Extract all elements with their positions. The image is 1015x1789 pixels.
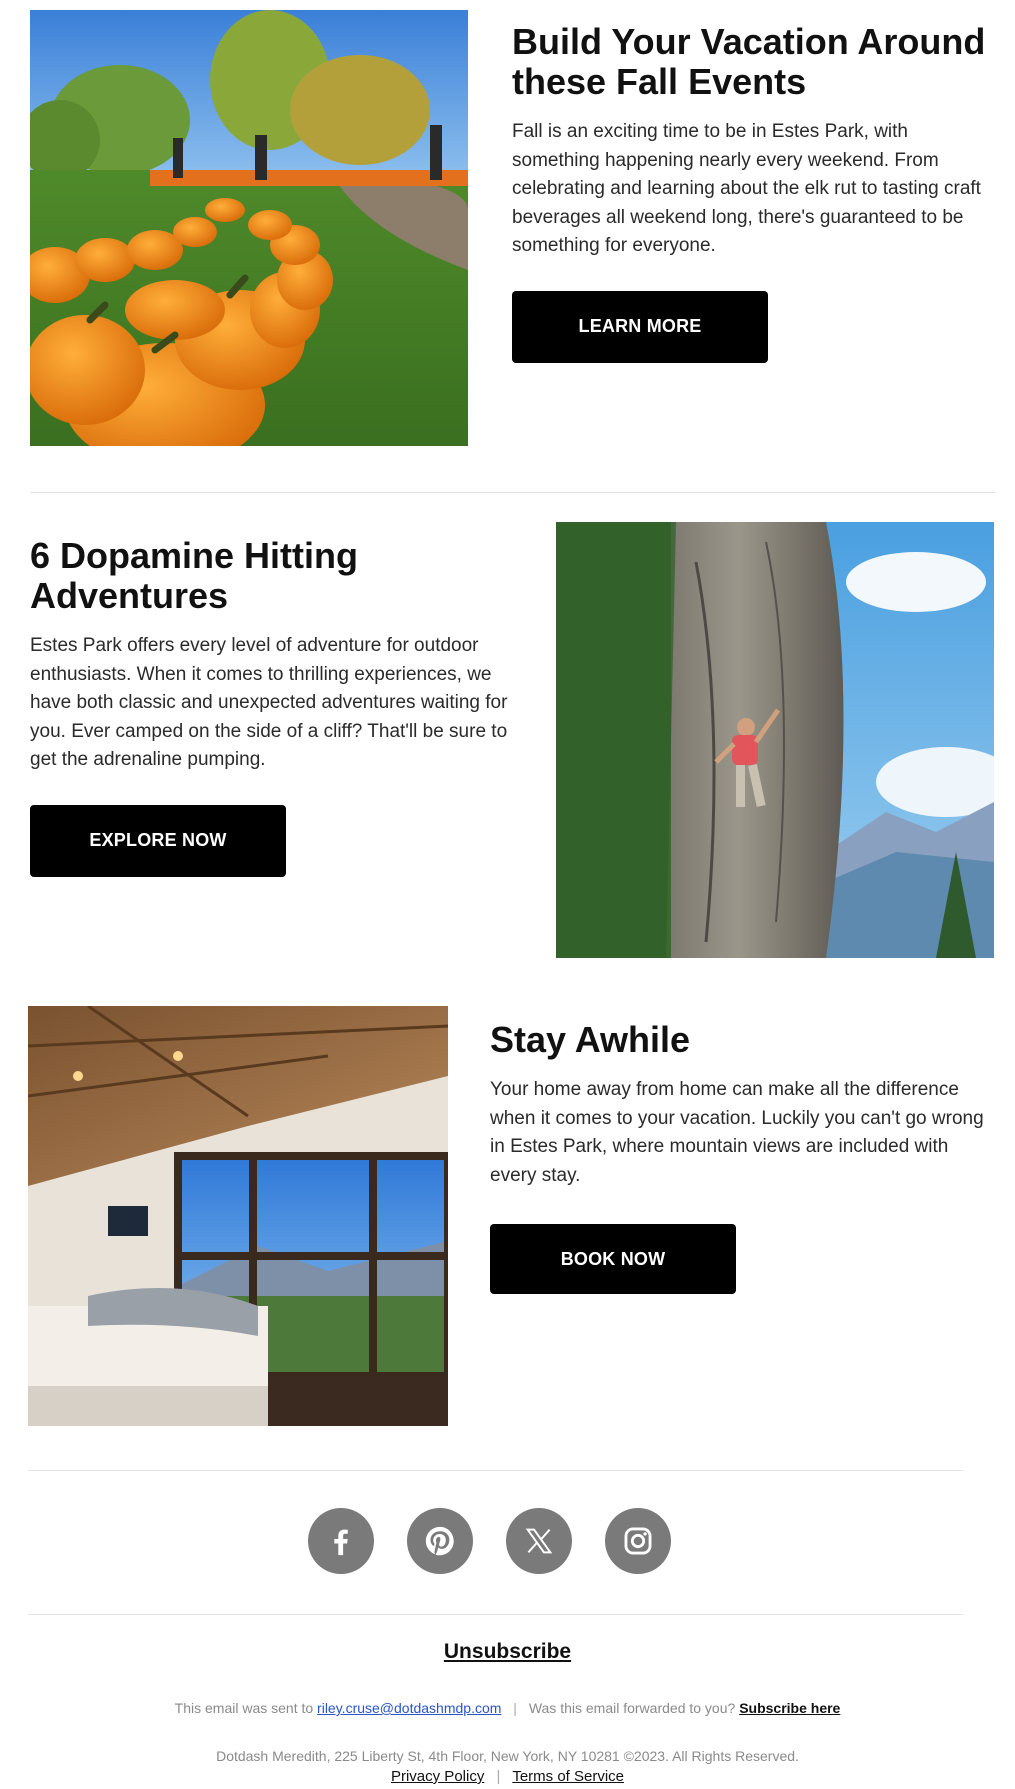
instagram-icon[interactable] — [605, 1508, 671, 1574]
separator: | — [496, 1768, 501, 1785]
subscribe-link[interactable]: Subscribe here — [739, 1700, 840, 1716]
address-text: Dotdash Meredith, 225 Liberty St, 4th Fl… — [216, 1748, 799, 1764]
separator: | — [513, 1700, 517, 1716]
recipient-email-link[interactable]: riley.cruse@dotdashmdp.com — [317, 1700, 501, 1716]
privacy-policy-link[interactable]: Privacy Policy — [391, 1768, 484, 1785]
section-title: 6 Dopamine Hitting Adventures — [30, 535, 359, 616]
footer-divider-bottom — [28, 1614, 963, 1615]
pumpkin-patch-photo — [30, 10, 468, 446]
social-links — [308, 1508, 708, 1580]
book-now-button[interactable]: BOOK NOW — [490, 1224, 736, 1294]
rock-climber-photo — [556, 522, 994, 958]
explore-now-button[interactable]: EXPLORE NOW — [30, 804, 286, 877]
footer-divider-top — [28, 1470, 963, 1471]
cabin-bedroom-photo — [28, 1006, 448, 1426]
section-title: Stay Awhile — [490, 1019, 691, 1060]
unsubscribe-link[interactable]: Unsubscribe — [444, 1640, 571, 1663]
section-divider — [30, 492, 995, 493]
section-body: Your home away from home can make all th… — [490, 1079, 984, 1186]
section-body: Fall is an exciting time to be in Estes … — [512, 121, 981, 256]
x-icon[interactable] — [506, 1508, 572, 1574]
pinterest-icon[interactable] — [407, 1508, 473, 1574]
terms-of-service-link[interactable]: Terms of Service — [512, 1768, 624, 1785]
facebook-icon[interactable] — [308, 1508, 374, 1574]
section-title: Build Your Vacation Around these Fall Ev… — [512, 21, 986, 102]
section-body: Estes Park offers every level of adventu… — [30, 635, 508, 770]
sent-to-text: This email was sent to — [174, 1700, 314, 1716]
learn-more-button[interactable]: LEARN MORE — [512, 290, 768, 363]
forwarded-text: Was this email forwarded to you? — [528, 1700, 736, 1716]
